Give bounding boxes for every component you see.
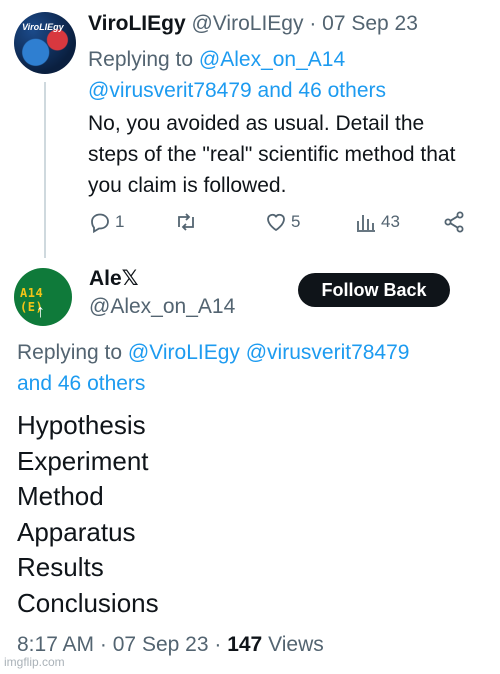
tweet-line: Method	[17, 481, 104, 511]
views-action[interactable]: 43	[354, 210, 400, 234]
like-action[interactable]: 5	[264, 210, 300, 234]
tweet-line: Hypothesis	[17, 410, 146, 440]
mention-link-others[interactable]: @virusverit78479 and 46 others	[88, 79, 386, 102]
avatar-road-sign-text: A14 (E)	[20, 286, 44, 314]
reply-tweet-text: No, you avoided as usual. Detail the ste…	[88, 112, 456, 197]
views-count[interactable]: 147	[227, 633, 262, 656]
share-icon	[444, 211, 464, 233]
share-action[interactable]	[442, 210, 466, 234]
separator-dot: ·	[214, 633, 222, 656]
like-count: 5	[291, 212, 301, 231]
mention-link-others[interactable]: and 46 others	[17, 372, 145, 395]
comment-icon	[91, 213, 109, 234]
tweet-line: Experiment	[17, 445, 149, 476]
tweet-date[interactable]: 07 Sep 23	[113, 633, 209, 656]
avatar-virolieegy[interactable]: ViroLIEgy	[14, 12, 76, 74]
display-name[interactable]: Ale𝕏	[89, 267, 139, 291]
tweet-actions-bar: 1 5 43	[88, 210, 472, 240]
replying-prefix: Replying to	[17, 341, 123, 364]
handle[interactable]: @Alex_on_A14	[89, 295, 235, 319]
tweet-line: Conclusions	[17, 587, 159, 618]
avatar-alex[interactable]: A14 (E) ↑	[14, 268, 72, 326]
mention-link-alex[interactable]: @Alex_on_A14	[199, 48, 345, 71]
handle[interactable]: @ViroLIEgy	[191, 12, 303, 35]
views-label: Views	[268, 633, 324, 656]
separator-dot: ·	[99, 633, 107, 656]
mention-link-virolieegy[interactable]: @ViroLIEgy	[128, 341, 240, 364]
tweet-line: Results	[17, 552, 104, 582]
retweet-icon	[178, 213, 194, 231]
follow-back-button[interactable]: Follow Back	[298, 273, 450, 307]
reply-count: 1	[115, 212, 125, 231]
display-name[interactable]: ViroLIEgy	[88, 12, 186, 35]
main-tweet-text: Hypothesis Experiment Method Apparatus R…	[17, 408, 159, 621]
tweet-date[interactable]: 07 Sep 23	[322, 12, 418, 35]
avatar-logo-text: ViroLIEgy	[22, 22, 64, 32]
tweet-time[interactable]: 8:17 AM	[17, 633, 94, 656]
reply-tweet-header: ViroLIEgy @ViroLIEgy · 07 Sep 23	[88, 12, 418, 36]
retweet-action[interactable]	[174, 210, 198, 234]
views-count: 43	[381, 212, 400, 231]
mention-link-virusverit[interactable]: @virusverit78479	[246, 341, 410, 364]
replying-prefix: Replying to	[88, 48, 194, 71]
reply-action[interactable]: 1	[88, 210, 124, 234]
thread-connector-line	[44, 82, 46, 258]
arrow-up-icon: ↑	[36, 301, 45, 321]
replying-to: Replying to @Alex_on_A14 @virusverit7847…	[88, 44, 468, 106]
separator-dot: ·	[309, 12, 317, 35]
replying-to: Replying to @ViroLIEgy @virusverit78479 …	[17, 337, 477, 399]
watermark: imgflip.com	[4, 655, 65, 669]
analytics-icon	[357, 215, 375, 232]
heart-icon	[267, 213, 285, 232]
tweet-line: Apparatus	[17, 516, 136, 547]
